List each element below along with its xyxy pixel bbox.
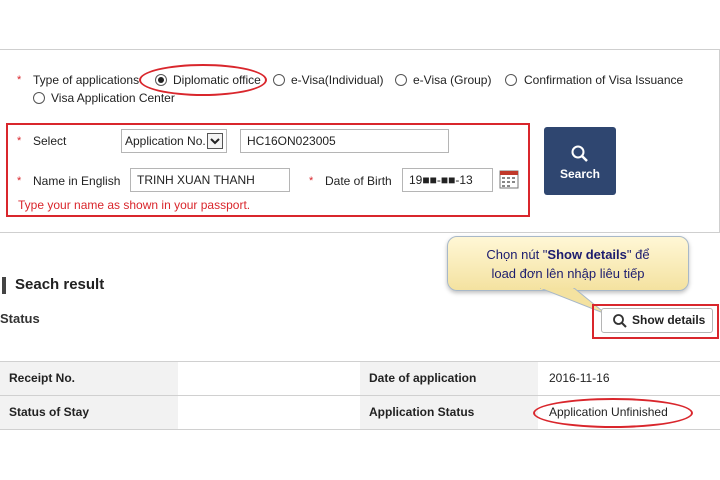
show-details-label: Show details — [632, 313, 706, 327]
application-status-header: Application Status — [360, 396, 538, 429]
search-icon — [613, 314, 627, 328]
search-type-select-value: Application No. — [125, 134, 206, 148]
search-type-select[interactable]: Application No. — [121, 129, 227, 153]
status-heading: Status — [0, 311, 40, 326]
radio-evisa-group[interactable] — [395, 74, 407, 86]
application-number-input[interactable]: HC16ON023005 — [240, 129, 449, 153]
calendar-icon[interactable] — [499, 169, 519, 189]
status-of-stay-header: Status of Stay — [0, 396, 178, 429]
radio-evisa-individual[interactable] — [273, 74, 285, 86]
select-label: Select — [33, 134, 67, 148]
receipt-no-value — [178, 362, 360, 395]
type-of-applications-label: Type of applications — [33, 73, 140, 87]
status-of-stay-value — [178, 396, 360, 429]
search-button-label: Search — [559, 167, 601, 181]
receipt-no-header: Receipt No. — [0, 362, 178, 395]
name-hint-text: Type your name as shown in your passport… — [18, 198, 251, 212]
search-button[interactable]: Search — [544, 127, 616, 195]
date-of-application-header: Date of application — [360, 362, 538, 395]
radio-label-evisa-group: e-Visa (Group) — [413, 73, 492, 87]
show-details-button[interactable]: Show details — [601, 308, 713, 333]
name-in-english-input[interactable]: TRINH XUAN THANH — [130, 168, 290, 192]
highlight-ellipse-application-status — [533, 398, 693, 428]
name-in-english-label: Name in English — [33, 174, 121, 188]
search-icon — [571, 145, 588, 162]
date-of-birth-input[interactable]: 19■■-■■-13 — [402, 168, 493, 192]
date-of-application-value: 2016-11-16 — [549, 371, 610, 385]
radio-label-visa-application-center: Visa Application Center — [51, 91, 175, 105]
required-marker: * — [17, 74, 22, 86]
required-marker: * — [17, 135, 22, 147]
radio-visa-application-center[interactable] — [33, 92, 45, 104]
radio-confirmation-visa-issuance[interactable] — [505, 74, 517, 86]
instruction-callout: Chọn nút "Show details" để load đơn lên … — [447, 236, 689, 291]
required-marker: * — [309, 175, 314, 187]
section-marker — [2, 277, 6, 294]
required-marker: * — [17, 175, 22, 187]
callout-line-1: Chọn nút "Show details" để — [486, 247, 650, 262]
search-result-title: Seach result — [15, 276, 105, 293]
radio-label-evisa-individual: e-Visa(Individual) — [291, 73, 384, 87]
callout-line-2: load đơn lên nhập liêu tiếp — [491, 266, 645, 281]
radio-label-confirmation-visa-issuance: Confirmation of Visa Issuance — [524, 73, 684, 87]
table-row: Receipt No. Date of application 2016-11-… — [0, 362, 720, 396]
chevron-down-icon[interactable] — [207, 133, 223, 149]
date-of-birth-label: Date of Birth — [325, 174, 392, 188]
